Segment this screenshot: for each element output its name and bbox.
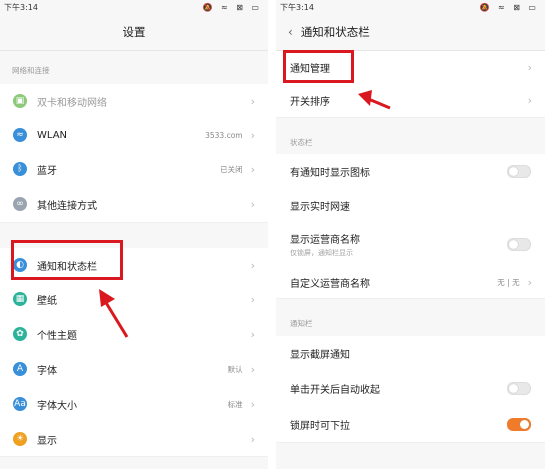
- row-pull-down-on-lockscreen[interactable]: 锁屏时可下拉: [276, 406, 545, 443]
- title-bar: ‹ 通知和状态栏: [276, 14, 545, 50]
- bluetooth-icon: ᛒ: [13, 162, 27, 176]
- page-title: 设置: [122, 25, 146, 39]
- theme-icon: ✿: [13, 327, 27, 341]
- settings-item-label: 蓝牙: [37, 165, 57, 177]
- toggle-switch[interactable]: [507, 417, 531, 431]
- row-show-network-speed[interactable]: 显示实时网速: [276, 188, 545, 223]
- settings-item-label: 个性主题: [37, 330, 77, 342]
- chevron-right-icon: ›: [250, 432, 255, 446]
- section-label-network: 网络和连接: [12, 66, 50, 75]
- row-label: 自定义运营商名称: [290, 278, 370, 290]
- settings-item-label: 双卡和移动网络: [37, 97, 107, 109]
- wallpaper-icon: ▦: [13, 292, 27, 306]
- notification-statusbar-screen: 下午3:14 🔕 ≈ ⊠ ▭ ‹ 通知和状态栏 通知管理 › 开关排序 › 状态…: [276, 0, 545, 469]
- chevron-right-icon: ›: [250, 128, 255, 142]
- font-icon: A: [13, 362, 27, 376]
- settings-item-dual-sim[interactable]: ▣ 双卡和移动网络 ›: [0, 84, 268, 119]
- row-auto-collapse[interactable]: 单击开关后自动收起: [276, 370, 545, 407]
- pointer-arrow-icon: [99, 289, 129, 338]
- chevron-right-icon: ›: [250, 94, 255, 108]
- wifi-icon: ≈: [13, 128, 27, 142]
- chevron-right-icon: ›: [250, 197, 255, 211]
- settings-item-value: 3533.com: [205, 130, 243, 140]
- row-show-carrier-name[interactable]: 显示运营商名称 仅锁屏，通知栏显示: [276, 222, 545, 267]
- row-toggle-order[interactable]: 开关排序 ›: [276, 84, 545, 118]
- row-label: 开关排序: [290, 97, 330, 108]
- row-label: 锁屏时可下拉: [290, 420, 350, 432]
- status-icons: 🔕 ≈ ⊠ ▭: [202, 2, 262, 12]
- settings-item-label: 显示: [37, 435, 57, 447]
- chevron-right-icon: ›: [250, 327, 255, 341]
- settings-item-value: 默认: [227, 364, 243, 374]
- font-size-icon: Aa: [13, 397, 27, 411]
- chevron-right-icon: ›: [250, 162, 255, 176]
- section-label-statusbar: 状态栏: [290, 138, 313, 147]
- chevron-right-icon: ›: [250, 397, 255, 411]
- section-label-notification: 通知栏: [290, 319, 313, 328]
- settings-item-font[interactable]: A 字体 默认 ›: [0, 352, 268, 387]
- settings-item-other-connections[interactable]: ∞ 其他连接方式 ›: [0, 186, 268, 223]
- row-show-screenshot-notification[interactable]: 显示截屏通知: [276, 336, 545, 371]
- chevron-right-icon: ›: [527, 61, 532, 74]
- chevron-right-icon: ›: [527, 275, 532, 289]
- status-time: 下午3:14: [4, 2, 38, 12]
- row-label: 显示截屏通知: [290, 349, 350, 361]
- row-label: 有通知时显示图标: [290, 167, 370, 179]
- sim-icon: ▣: [13, 94, 27, 108]
- row-custom-carrier-name[interactable]: 自定义运营商名称 无 | 无 ›: [276, 266, 545, 299]
- link-icon: ∞: [13, 197, 27, 211]
- highlight-box: [283, 50, 354, 83]
- chevron-right-icon: ›: [250, 362, 255, 376]
- settings-item-value: 已关闭: [220, 164, 243, 174]
- page-title: 通知和状态栏: [300, 25, 370, 39]
- settings-screen: 下午3:14 🔕 ≈ ⊠ ▭ 设置 网络和连接 ▣ 双卡和移动网络 › ≈ WL…: [0, 0, 268, 469]
- status-bar: 下午3:14 🔕 ≈ ⊠ ▭: [0, 0, 268, 14]
- row-show-icons-on-notification[interactable]: 有通知时显示图标: [276, 154, 545, 189]
- toggle-switch[interactable]: [507, 381, 531, 395]
- pointer-arrow-icon: [358, 90, 391, 110]
- row-sublabel: 仅锁屏，通知栏显示: [290, 248, 353, 257]
- settings-item-wlan[interactable]: ≈ WLAN 3533.com ›: [0, 118, 268, 153]
- settings-item-label: 字体大小: [37, 400, 77, 412]
- toggle-switch[interactable]: [507, 237, 531, 251]
- settings-item-label: 壁纸: [37, 295, 57, 307]
- status-time: 下午3:14: [280, 2, 314, 12]
- chevron-right-icon: ›: [250, 292, 255, 306]
- settings-item-label: 其他连接方式: [37, 200, 97, 212]
- row-label: 单击开关后自动收起: [290, 384, 380, 396]
- settings-item-value: 标准: [227, 399, 243, 409]
- settings-item-display[interactable]: ☀ 显示 ›: [0, 422, 268, 457]
- settings-item-font-size[interactable]: Aa 字体大小 标准 ›: [0, 386, 268, 423]
- row-label: 显示运营商名称: [290, 234, 360, 246]
- status-icons: 🔕 ≈ ⊠ ▭: [479, 2, 539, 12]
- display-icon: ☀: [13, 432, 27, 446]
- toggle-switch[interactable]: [507, 164, 531, 178]
- chevron-right-icon: ›: [250, 258, 255, 272]
- back-arrow-icon[interactable]: ‹: [288, 25, 293, 39]
- row-label: 显示实时网速: [290, 201, 350, 213]
- highlight-box: [11, 240, 123, 280]
- settings-item-label: WLAN: [37, 129, 68, 141]
- chevron-right-icon: ›: [527, 94, 532, 107]
- status-bar: 下午3:14 🔕 ≈ ⊠ ▭: [276, 0, 545, 14]
- settings-item-bluetooth[interactable]: ᛒ 蓝牙 已关闭 ›: [0, 152, 268, 187]
- settings-item-label: 字体: [37, 365, 57, 377]
- row-value: 无 | 无: [497, 277, 520, 287]
